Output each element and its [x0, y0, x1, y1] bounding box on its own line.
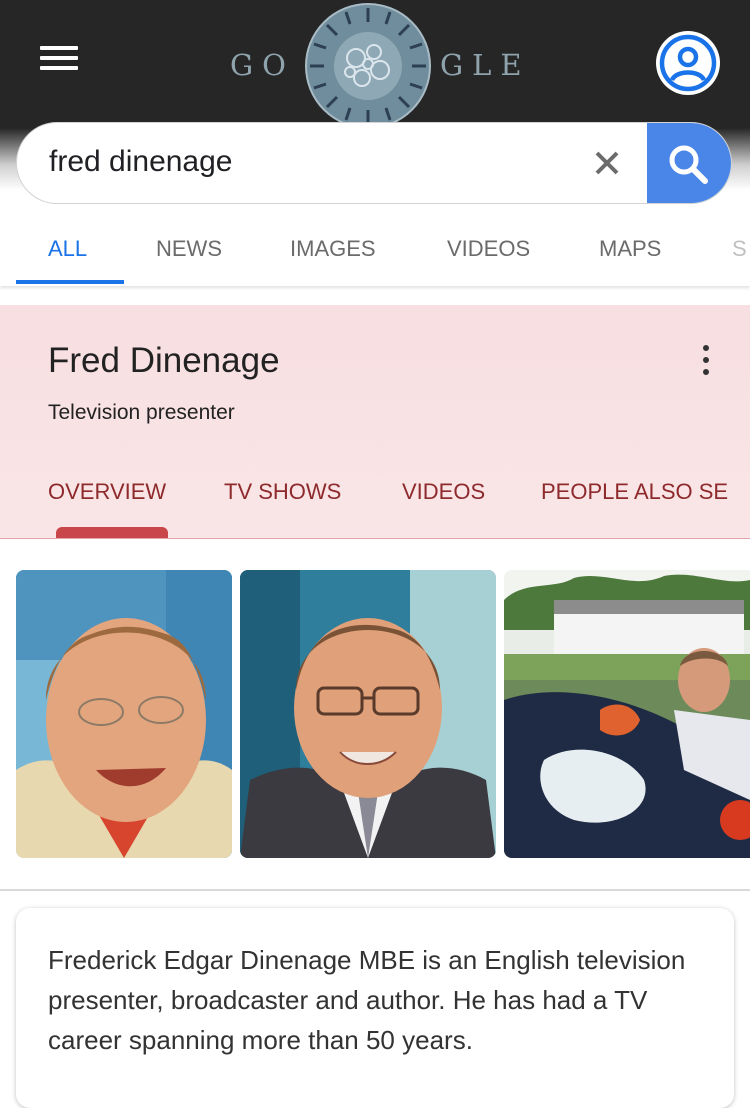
search-box: fred dinenage	[16, 122, 732, 204]
search-input[interactable]: fred dinenage	[49, 145, 233, 179]
search-button[interactable]	[647, 123, 731, 203]
person-photo	[504, 570, 750, 858]
search-tabs: ALL NEWS IMAGES VIDEOS MAPS S	[0, 206, 750, 286]
entity-title: Fred Dinenage	[48, 341, 280, 380]
person-photo	[240, 570, 496, 858]
hamburger-menu-icon[interactable]	[40, 44, 80, 72]
tab-videos[interactable]: VIDEOS	[447, 236, 530, 262]
person-photo	[16, 570, 232, 858]
account-circle-icon[interactable]	[655, 30, 721, 96]
divider	[0, 889, 750, 891]
search-icon	[669, 145, 708, 184]
kp-tab-tv-shows[interactable]: TV SHOWS	[224, 479, 341, 505]
logo-text-right: GLE	[440, 48, 531, 82]
kp-tab-videos[interactable]: VIDEOS	[402, 479, 485, 505]
image-thumbnail-1[interactable]	[16, 570, 232, 858]
google-doodle-icon[interactable]	[304, 2, 432, 130]
close-icon[interactable]	[587, 141, 627, 185]
more-vert-icon[interactable]	[695, 343, 717, 377]
knowledge-panel-header: Fred Dinenage Television presenter OVERV…	[0, 305, 750, 539]
tab-all[interactable]: ALL	[48, 236, 87, 262]
google-logo[interactable]: GO GLE	[226, 3, 526, 129]
tab-images[interactable]: IMAGES	[290, 236, 376, 262]
entity-description: Frederick Edgar Dinenage MBE is an Engli…	[48, 945, 686, 1055]
kp-active-tab-indicator	[56, 527, 168, 538]
logo-text-left: GO	[230, 48, 295, 82]
image-thumbnail-3[interactable]	[504, 570, 750, 858]
tab-maps[interactable]: MAPS	[599, 236, 661, 262]
active-tab-indicator	[16, 280, 124, 284]
kp-tab-people-also-search[interactable]: PEOPLE ALSO SE	[541, 479, 728, 505]
tab-shopping[interactable]: S	[732, 236, 747, 262]
kp-tab-overview[interactable]: OVERVIEW	[48, 479, 166, 505]
tab-news[interactable]: NEWS	[156, 236, 222, 262]
entity-subtitle: Television presenter	[48, 401, 235, 424]
image-thumbnail-2[interactable]	[240, 570, 496, 858]
description-card: Frederick Edgar Dinenage MBE is an Engli…	[16, 908, 734, 1108]
